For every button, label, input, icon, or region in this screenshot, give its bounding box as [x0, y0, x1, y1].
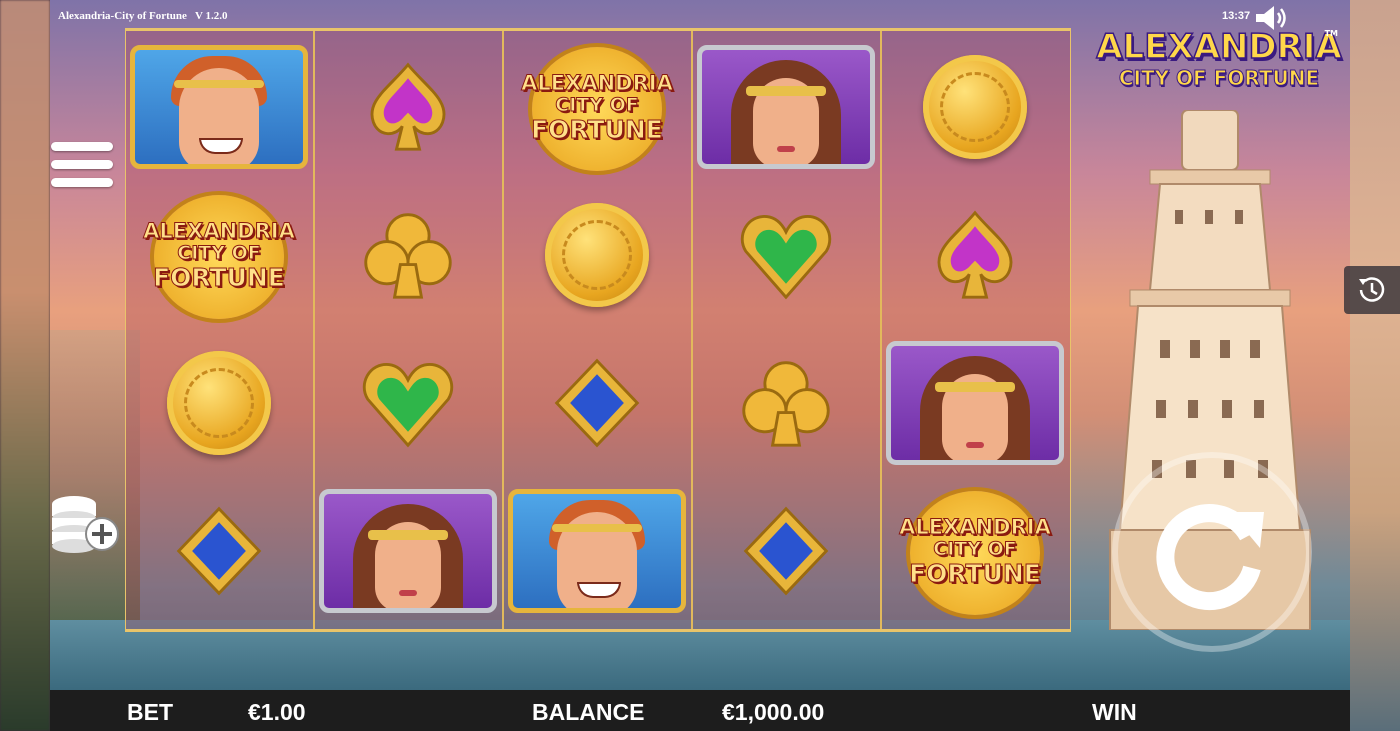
coin-stack-plus-icon[interactable]: [50, 494, 120, 558]
reel-area: ALEXANDRIA CITY OF FORTUNE ALEXANDRIA CI…: [125, 28, 1071, 632]
game-logo-line1: ALEXANDRIA: [1095, 27, 1342, 67]
symbol-coin: [126, 329, 312, 477]
history-button[interactable]: [1344, 266, 1400, 314]
balance-label: BALANCE: [532, 699, 645, 725]
logo-symbol-line3: FORTUNE: [909, 558, 1042, 588]
logo-symbol-line1: ALEXANDRIA: [899, 514, 1052, 539]
left-backdrop: [0, 0, 50, 731]
balance-value: €1,000.00: [722, 699, 825, 725]
game-version: V 1.2.0: [195, 10, 228, 22]
bottom-status-bar: BET €1.00 BALANCE €1,000.00 WIN: [50, 690, 1350, 731]
win-label: WIN: [1092, 699, 1137, 725]
menu-button[interactable]: [51, 142, 113, 200]
spin-button[interactable]: [1112, 452, 1312, 652]
logo-symbol-line2: CITY OF: [555, 93, 639, 116]
game-title: Alexandria-City of Fortune: [58, 10, 187, 22]
symbol-queen: [882, 329, 1068, 477]
symbol-diamond: [504, 329, 690, 477]
trademark-mark: TM: [1324, 29, 1338, 38]
bet-value[interactable]: €1.00: [248, 699, 306, 726]
logo-symbol-line1: ALEXANDRIA: [521, 70, 674, 95]
symbol-diamond: [126, 477, 312, 625]
bet-label: BET: [127, 699, 173, 725]
logo-symbol-line2: CITY OF: [933, 537, 1017, 560]
right-backdrop: [1350, 0, 1400, 731]
symbol-logo: ALEXANDRIA CITY OF FORTUNE: [882, 477, 1068, 625]
game-logo: ALEXANDRIA CITY OF FORTUNE TM: [1094, 27, 1344, 90]
logo-symbol-line1: ALEXANDRIA: [143, 218, 296, 243]
symbol-coin: [882, 33, 1068, 181]
symbol-diamond: [693, 477, 879, 625]
speaker-icon[interactable]: [1254, 4, 1290, 32]
symbol-queen: [315, 477, 501, 625]
clock-history-icon: [1359, 277, 1385, 302]
game-canvas: ALEXANDRIA CITY OF FORTUNE TM ALEXANDRIA…: [50, 0, 1350, 690]
symbol-heart: [693, 181, 879, 329]
logo-symbol-line3: FORTUNE: [153, 262, 286, 292]
symbol-logo: ALEXANDRIA CITY OF FORTUNE: [126, 181, 312, 329]
game-title-bar: Alexandria-City of Fortune V 1.2.0: [58, 10, 228, 22]
symbol-heart: [315, 329, 501, 477]
game-logo-line2: CITY OF FORTUNE: [1118, 66, 1320, 90]
symbol-coin: [504, 181, 690, 329]
hamburger-icon: [51, 142, 113, 187]
spin-arrow-icon: [1156, 504, 1264, 611]
symbol-spade: [882, 181, 1068, 329]
logo-symbol-line3: FORTUNE: [531, 114, 664, 144]
symbol-club: [315, 181, 501, 329]
symbol-hero: [126, 33, 312, 181]
logo-symbol-line2: CITY OF: [177, 241, 261, 264]
symbol-club: [693, 329, 879, 477]
symbol-spade: [315, 33, 501, 181]
symbol-logo: ALEXANDRIA CITY OF FORTUNE: [504, 33, 690, 181]
symbol-hero: [504, 477, 690, 625]
clock: 13:37: [1222, 10, 1251, 22]
symbol-queen: [693, 33, 879, 181]
